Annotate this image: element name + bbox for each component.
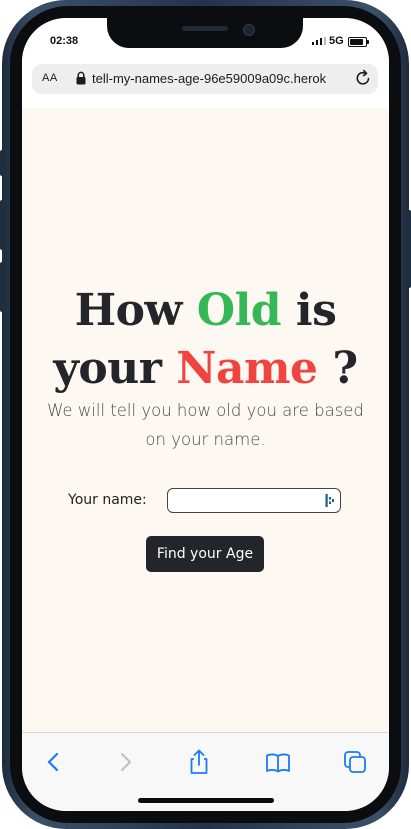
reload-icon[interactable] (354, 69, 372, 87)
status-bar: 02:38 5G (22, 18, 389, 62)
signal-icon (312, 37, 326, 45)
title-word-your: your (53, 343, 162, 394)
title-word-name: Name (176, 343, 318, 394)
volume-down-button (0, 262, 4, 312)
speaker (182, 26, 228, 31)
back-icon[interactable] (39, 747, 69, 777)
lock-icon (76, 71, 86, 85)
status-time: 02:38 (50, 35, 79, 47)
forward-icon[interactable] (110, 747, 140, 777)
text-size-button[interactable]: AA (42, 72, 58, 84)
title-question-mark: ? (332, 343, 358, 394)
name-input[interactable] (167, 488, 341, 513)
notch (107, 18, 303, 48)
volume-up-button (0, 200, 4, 250)
home-indicator (138, 798, 274, 803)
name-label: Your name: (68, 492, 147, 508)
address-bar[interactable]: AA tell-my-names-age-96e59009a09c.herok (32, 64, 378, 94)
bookmarks-icon[interactable] (263, 747, 293, 777)
title-word-is: is (295, 285, 337, 336)
browser-address-area: AA tell-my-names-age-96e59009a09c.herok (22, 62, 389, 108)
battery-icon (348, 37, 369, 47)
page-content: How Old is your Name ? We will tell you … (22, 108, 389, 732)
url-text[interactable]: tell-my-names-age-96e59009a09c.herok (92, 71, 354, 86)
title-word-how: How (74, 285, 183, 336)
front-camera (243, 24, 255, 36)
tabs-icon[interactable] (340, 747, 370, 777)
page-subtitle: We will tell you how old you are based o… (47, 401, 364, 449)
network-type: 5G (329, 35, 344, 47)
power-button (407, 210, 411, 288)
find-your-age-button[interactable]: Find your Age (146, 536, 264, 572)
phone-screen: 02:38 5G AA tell-my-names-age-96e59009a0… (22, 18, 389, 811)
mute-switch (0, 150, 4, 176)
page-title: How Old is your Name ? (22, 282, 389, 398)
share-icon[interactable] (184, 747, 214, 777)
title-word-old: Old (196, 285, 282, 336)
password-manager-icon[interactable] (325, 493, 335, 508)
